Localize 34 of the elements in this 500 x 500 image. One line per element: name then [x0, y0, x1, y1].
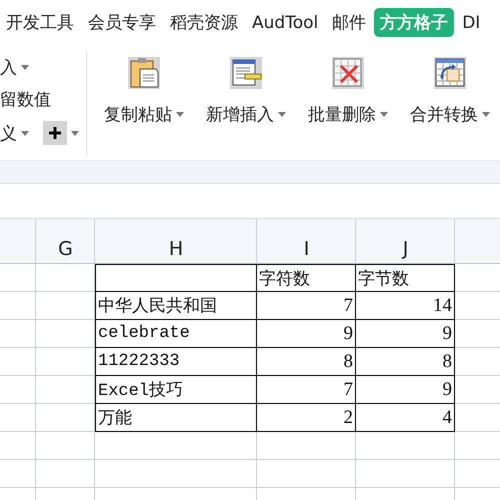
column-header[interactable]: H	[168, 238, 184, 260]
table-cell: 8	[257, 348, 356, 376]
ribbon-button[interactable]: 合并转换	[405, 57, 495, 127]
column-header[interactable]: G	[58, 238, 73, 260]
menu-tab[interactable]: 会员专享	[82, 8, 162, 37]
table-cell: 2	[257, 404, 356, 432]
menu-tab[interactable]: 邮件	[326, 8, 372, 37]
ribbon-button[interactable]: 新增插入	[201, 57, 291, 127]
table-cell: 7	[257, 376, 356, 404]
ribbon-button[interactable]: 复制粘贴	[99, 57, 189, 127]
column-header[interactable]: I	[304, 238, 310, 260]
menu-tab[interactable]: 开发工具	[0, 8, 80, 37]
table-cell: 9	[356, 320, 455, 348]
table-cell: 11222333	[95, 348, 257, 376]
menu-tab[interactable]: DI	[456, 10, 486, 36]
table-cell: 7	[257, 292, 356, 320]
table-cell: 字符数	[257, 264, 356, 292]
table-cell: 中华人民共和国	[95, 292, 257, 320]
table-cell: 14	[356, 292, 455, 320]
menu-tab[interactable]: AudTool	[246, 10, 324, 36]
ribbon-item[interactable]: 入	[0, 56, 17, 79]
table-cell: Excel技巧	[95, 376, 257, 404]
ribbon-item[interactable]: 义	[0, 122, 17, 145]
ribbon-item[interactable]: 留数值	[0, 88, 51, 112]
menu-tab[interactable]: 稻壳资源	[164, 8, 244, 37]
table-cell: 8	[356, 348, 455, 376]
table-cell: 9	[257, 320, 356, 348]
table-cell: 9	[356, 376, 455, 404]
table-cell: celebrate	[95, 320, 257, 348]
table-cell: 4	[356, 404, 455, 432]
ribbon-button[interactable]: 批量删除	[303, 57, 393, 127]
column-header[interactable]: J	[402, 238, 408, 260]
table-cell: 万能	[95, 404, 257, 432]
table-cell: 字节数	[356, 264, 455, 292]
